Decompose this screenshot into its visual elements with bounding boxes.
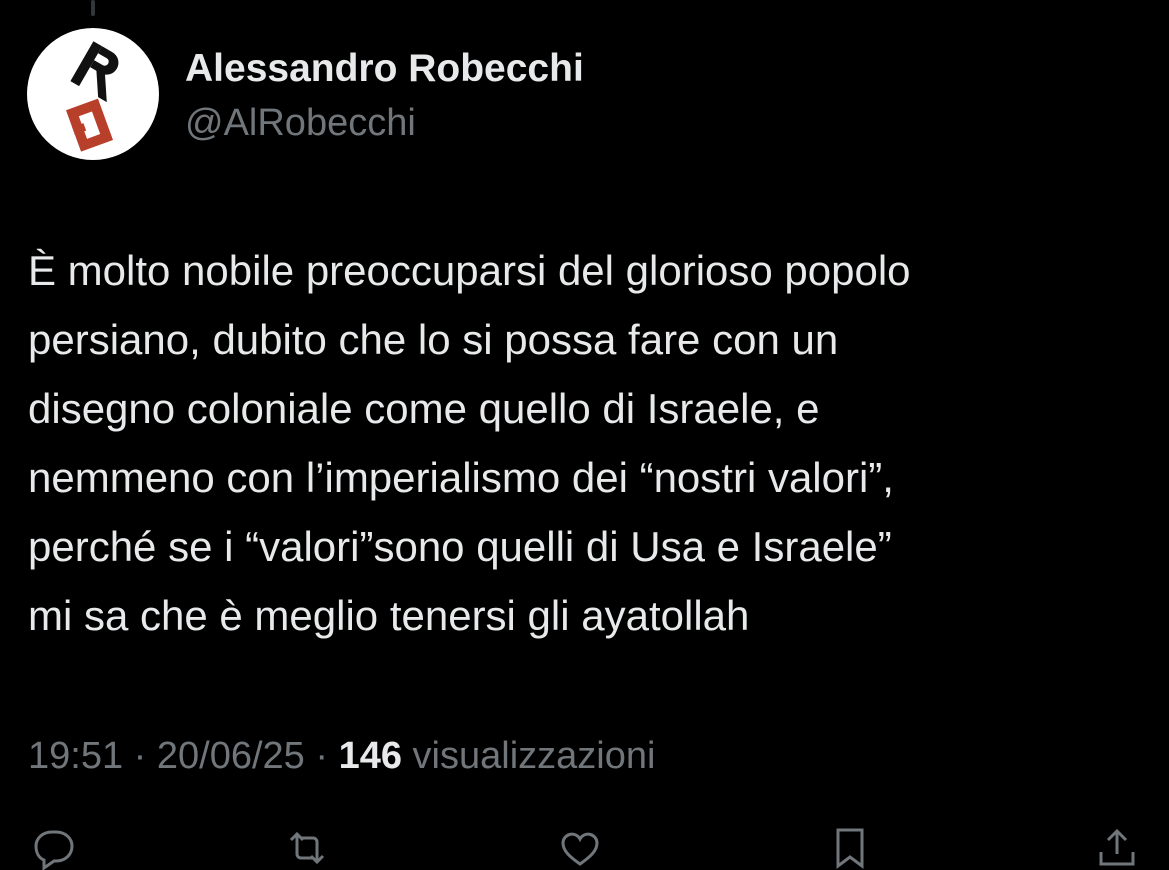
thread-connector-line	[91, 0, 95, 16]
tweet-text-line: perché se i “valori”sono quelli di Usa e…	[28, 523, 892, 570]
share-button[interactable]	[1095, 826, 1139, 866]
tweet-text-line: disegno coloniale come quello di Israele…	[28, 385, 820, 432]
heart-icon	[561, 832, 599, 866]
share-icon	[1099, 828, 1135, 866]
reply-icon	[34, 830, 74, 870]
tweet-text-line: È molto nobile preoccuparsi del glorioso…	[28, 247, 911, 294]
bookmark-icon	[836, 828, 864, 869]
bookmark-button[interactable]	[828, 826, 872, 869]
tweet-meta: 19:51 · 20/06/25 · 146 visualizzazioni	[28, 731, 655, 781]
reply-button[interactable]	[30, 826, 74, 870]
post-date[interactable]: 20/06/25	[157, 735, 305, 777]
action-bar	[0, 826, 1169, 870]
user-handle[interactable]: @AlRobecchi	[185, 97, 584, 149]
display-name[interactable]: Alessandro Robecchi	[185, 44, 584, 94]
tweet-text-line: nemmeno con l’imperialismo dei “nostri v…	[28, 454, 894, 501]
meta-separator: ·	[123, 735, 157, 777]
repost-button[interactable]	[285, 826, 329, 865]
views-count: 146	[338, 735, 402, 777]
tweet-text-line: mi sa che è meglio tenersi gli ayatollah	[28, 592, 750, 639]
tweet-text: È molto nobile preoccuparsi del glorioso…	[28, 236, 1148, 650]
post-time[interactable]: 19:51	[28, 735, 123, 777]
repost-icon	[289, 831, 325, 865]
like-button[interactable]	[558, 826, 602, 866]
tweet-text-line: persiano, dubito che lo si possa fare co…	[28, 316, 839, 363]
meta-separator: ·	[304, 735, 339, 777]
ra-logo-avatar-icon	[65, 41, 119, 152]
author-block: Alessandro Robecchi @AlRobecchi	[185, 44, 584, 149]
avatar[interactable]	[27, 28, 159, 160]
views-label: visualizzazioni	[412, 735, 656, 777]
